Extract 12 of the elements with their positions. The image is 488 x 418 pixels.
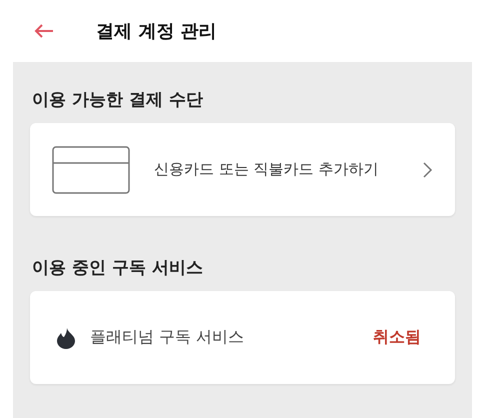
- page-title: 결제 계정 관리: [96, 20, 217, 43]
- back-button[interactable]: [34, 23, 54, 39]
- flame-icon: [56, 326, 76, 348]
- credit-card-icon: [52, 146, 130, 194]
- section-title: 이용 중인 구독 서비스: [32, 257, 204, 279]
- back-arrow-icon: [34, 23, 54, 39]
- add-card-label: 신용카드 또는 직불카드 추가하기: [154, 160, 380, 179]
- subscription-name: 플래티넘 구독 서비스: [90, 327, 246, 348]
- add-card-row[interactable]: 신용카드 또는 직불카드 추가하기: [30, 123, 455, 216]
- subscription-status: 취소됨: [373, 327, 421, 348]
- chevron-right-icon: [423, 162, 433, 178]
- section-title: 이용 가능한 결제 수단: [32, 89, 204, 111]
